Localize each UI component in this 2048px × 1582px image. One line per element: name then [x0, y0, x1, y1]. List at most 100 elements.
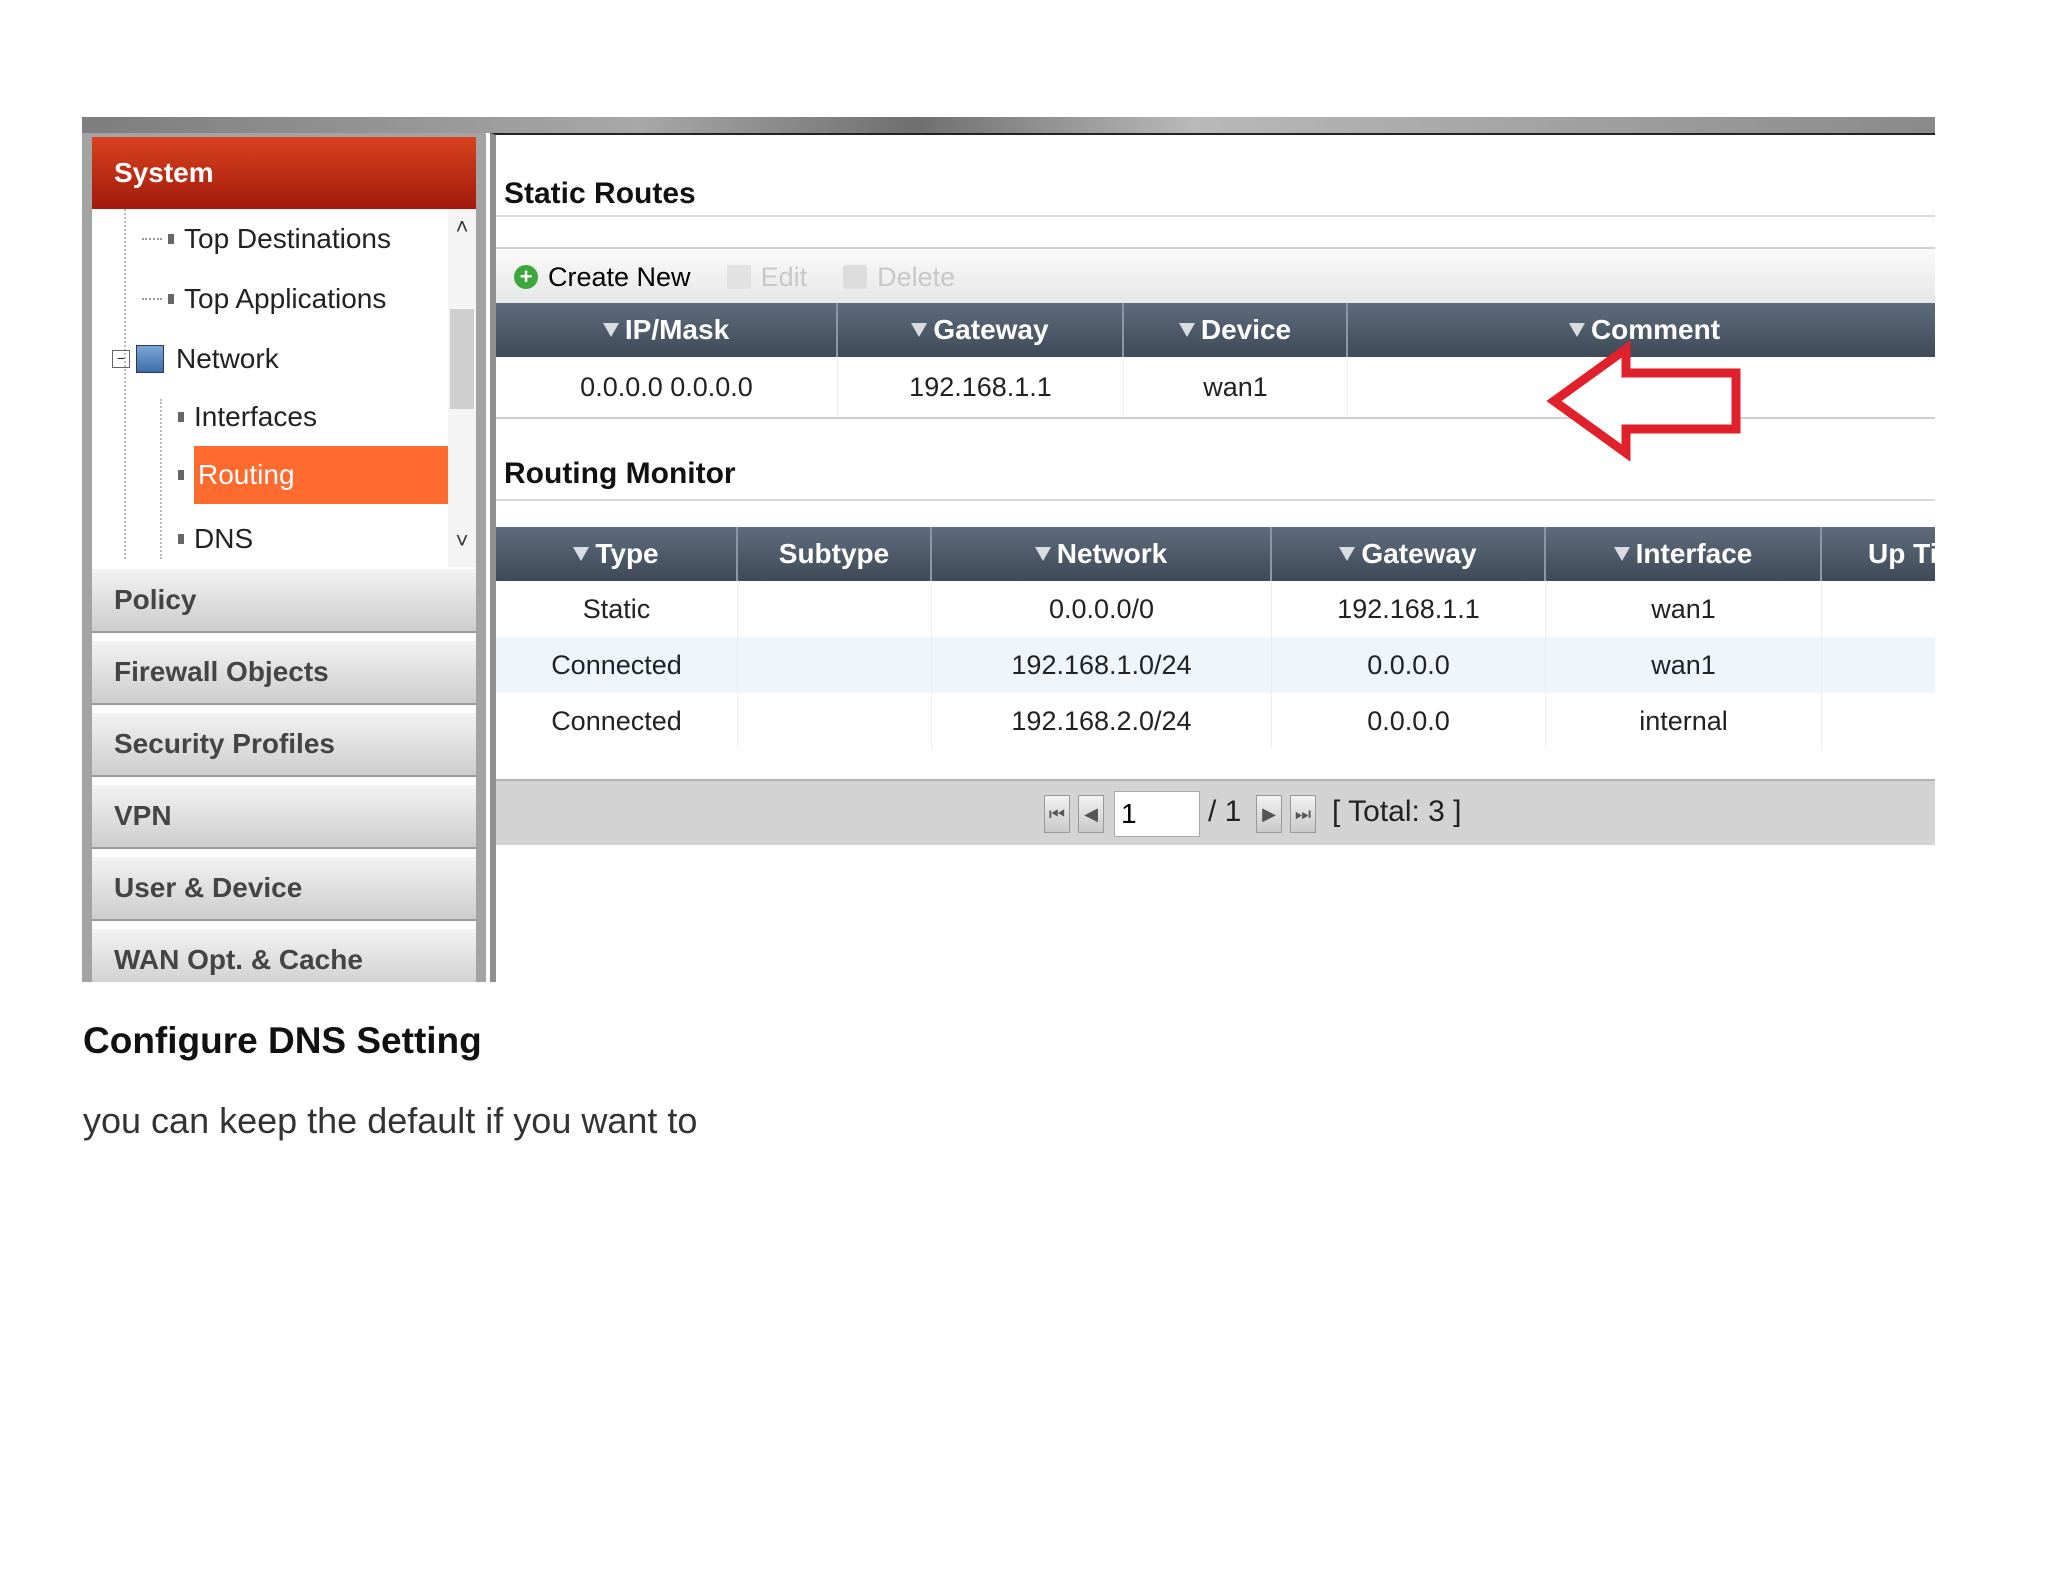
column-header-ip-mask[interactable]: IP/Mask [496, 303, 838, 357]
bullet-icon [168, 234, 174, 244]
column-header-gateway[interactable]: Gateway [1272, 527, 1546, 581]
filter-icon[interactable] [1034, 547, 1051, 561]
document-heading: Configure DNS Setting [83, 1020, 482, 1061]
cell-subtype [738, 637, 932, 693]
tree-item-routing[interactable]: Routing [178, 446, 448, 504]
sidebar-category-wan-opt-cache[interactable]: WAN Opt. & Cache [92, 927, 476, 982]
edit-button[interactable]: Edit [726, 261, 808, 293]
tree-item-label: DNS [194, 523, 254, 554]
cell-up-time [1822, 581, 1935, 637]
sidebar-header-system[interactable]: System [92, 137, 476, 209]
last-page-icon[interactable]: ⏭ [1290, 795, 1316, 833]
next-page-icon[interactable]: ▶ [1256, 795, 1282, 833]
bullet-icon [168, 294, 174, 304]
tree-item-interfaces[interactable]: Interfaces [178, 395, 317, 439]
plus-icon: + [514, 265, 538, 289]
column-header-device[interactable]: Device [1124, 303, 1348, 357]
top-strip [82, 117, 1935, 133]
pencil-icon [726, 265, 751, 289]
network-icon [136, 345, 164, 373]
tree-guide-line [124, 209, 126, 559]
create-new-button[interactable]: + Create New [514, 262, 691, 293]
filter-icon[interactable] [573, 547, 590, 561]
cell-network: 192.168.2.0/24 [932, 693, 1272, 749]
filter-icon[interactable] [911, 323, 928, 337]
divider [496, 499, 1935, 501]
cell-type: Connected [496, 637, 738, 693]
cell-device: wan1 [1124, 357, 1348, 417]
section-title-routing-monitor: Routing Monitor [504, 457, 736, 490]
button-label: Create New [548, 261, 691, 292]
sidebar-category-user-device[interactable]: User & Device [92, 855, 476, 921]
cell-up-time [1822, 693, 1935, 749]
filter-icon[interactable] [1613, 547, 1630, 561]
main-content: Static Routes + Create New Edit Delete I… [490, 133, 1935, 982]
total-count: [ Total: 3 ] [1332, 795, 1462, 828]
fortigate-screenshot: System Top Destinations Top Applications… [82, 117, 1935, 982]
filter-icon[interactable] [1339, 547, 1356, 561]
tree-item-label-selected: Routing [194, 446, 448, 504]
button-label: Delete [877, 261, 956, 292]
previous-page-icon[interactable]: ◀ [1078, 795, 1104, 833]
cell-network: 192.168.1.0/24 [932, 637, 1272, 693]
page-number-input[interactable]: 1 [1114, 791, 1200, 837]
bullet-icon [178, 470, 184, 480]
cell-gateway: 0.0.0.0 [1272, 693, 1546, 749]
column-header-gateway[interactable]: Gateway [838, 303, 1124, 357]
cell-gateway: 192.168.1.1 [1272, 581, 1546, 637]
cell-interface: internal [1546, 693, 1822, 749]
document-body-text: you can keep the default if you want to [83, 1100, 698, 1141]
sidebar-tree: Top Destinations Top Applications − Netw… [92, 209, 476, 567]
sidebar-category-firewall-objects[interactable]: Firewall Objects [92, 639, 476, 705]
filter-icon[interactable] [1568, 323, 1585, 337]
collapse-icon[interactable]: − [112, 350, 130, 368]
tree-item-label: Top Applications [184, 283, 387, 314]
filter-icon[interactable] [1178, 323, 1195, 337]
cell-interface: wan1 [1546, 637, 1822, 693]
cell-subtype [738, 693, 932, 749]
first-page-icon[interactable]: ⏮ [1044, 795, 1070, 833]
table-row[interactable]: Static 0.0.0.0/0 192.168.1.1 wan1 [496, 581, 1935, 637]
tree-guide-line [160, 399, 162, 559]
column-header-up-time[interactable]: Up Ti [1822, 527, 1935, 581]
sidebar-category-security-profiles[interactable]: Security Profiles [92, 711, 476, 777]
page-count: / 1 [1208, 795, 1242, 828]
button-label: Edit [760, 261, 808, 292]
cell-type: Static [496, 581, 738, 637]
column-header-subtype[interactable]: Subtype [738, 527, 932, 581]
tree-item-label: Network [176, 343, 279, 374]
tree-item-network[interactable]: − Network [112, 337, 279, 381]
section-title-static-routes: Static Routes [504, 177, 696, 210]
tree-item-label: Interfaces [194, 401, 317, 432]
sidebar-category-vpn[interactable]: VPN [92, 783, 476, 849]
sidebar-panel: System Top Destinations Top Applications… [92, 137, 476, 982]
table-row[interactable]: Connected 192.168.2.0/24 0.0.0.0 interna… [496, 693, 1935, 749]
scroll-down-icon[interactable]: ˅ [448, 527, 476, 555]
annotation-arrow-icon [1546, 341, 1741, 461]
scroll-thumb[interactable] [450, 309, 474, 409]
column-header-network[interactable]: Network [932, 527, 1272, 581]
trash-icon [843, 265, 868, 289]
cell-ip-mask: 0.0.0.0 0.0.0.0 [496, 357, 838, 417]
sidebar-scrollbar[interactable]: ˄ ˅ [448, 209, 476, 567]
column-header-interface[interactable]: Interface [1546, 527, 1822, 581]
cell-subtype [738, 581, 932, 637]
tree-connector [142, 238, 162, 240]
column-header-type[interactable]: Type [496, 527, 738, 581]
cell-type: Connected [496, 693, 738, 749]
sidebar-category-policy[interactable]: Policy [92, 567, 476, 633]
tree-item-dns[interactable]: DNS [178, 517, 253, 561]
cell-network: 0.0.0.0/0 [932, 581, 1272, 637]
tree-item-top-applications[interactable]: Top Applications [142, 277, 386, 321]
static-routes-toolbar: + Create New Edit Delete [496, 247, 1935, 305]
table-row[interactable]: Connected 192.168.1.0/24 0.0.0.0 wan1 [496, 637, 1935, 693]
delete-button[interactable]: Delete [843, 262, 955, 293]
tree-item-top-destinations[interactable]: Top Destinations [142, 217, 391, 261]
cell-gateway: 0.0.0.0 [1272, 637, 1546, 693]
filter-icon[interactable] [602, 323, 619, 337]
cell-gateway: 192.168.1.1 [838, 357, 1124, 417]
bullet-icon [178, 412, 184, 422]
tree-connector [142, 298, 162, 300]
sidebar: System Top Destinations Top Applications… [82, 133, 486, 982]
scroll-up-icon[interactable]: ˄ [448, 213, 476, 241]
